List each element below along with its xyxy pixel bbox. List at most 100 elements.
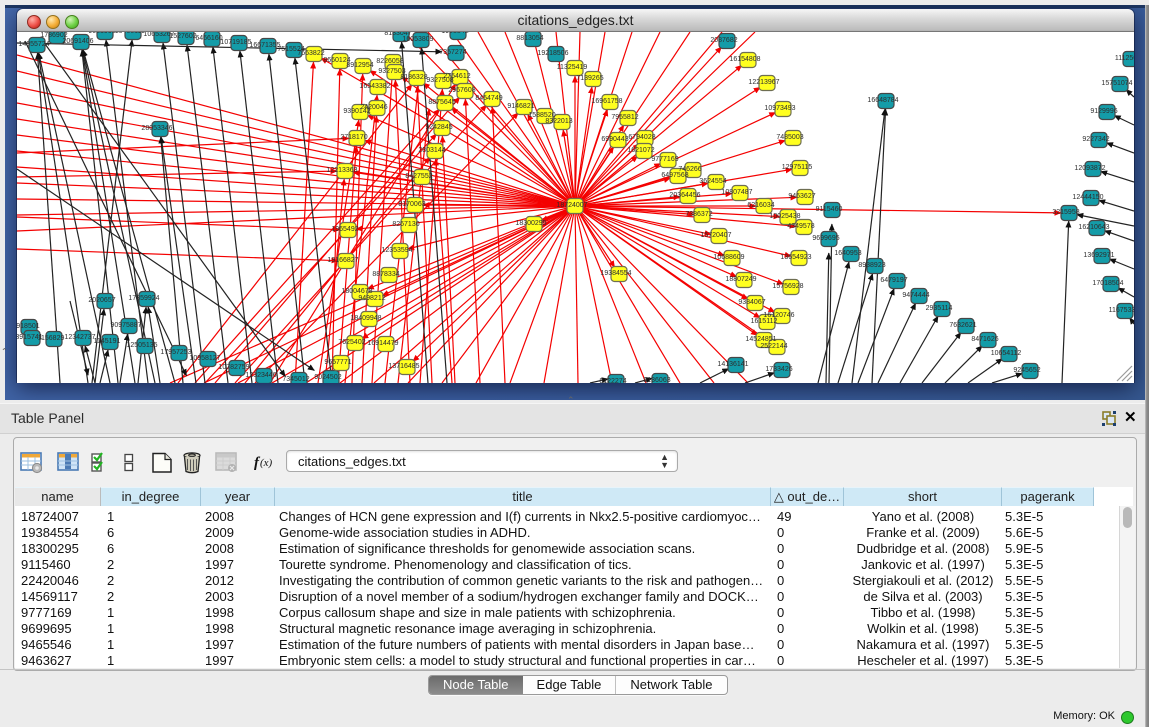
svg-text:2718170: 2718170 (340, 134, 367, 141)
svg-text:7345012: 7345012 (282, 376, 309, 383)
svg-text:7386372: 7386372 (685, 211, 712, 218)
svg-text:9777169: 9777169 (651, 156, 678, 163)
svg-text:13654923: 13654923 (780, 254, 811, 261)
svg-text:17957253: 17957253 (160, 349, 191, 356)
svg-text:9129996: 9129996 (1090, 108, 1117, 115)
svg-text:8875645: 8875645 (428, 99, 455, 106)
svg-text:18724007: 18724007 (556, 202, 587, 209)
svg-text:9474444: 9474444 (902, 292, 929, 299)
svg-text:1112503: 1112503 (1115, 55, 1134, 62)
svg-text:12213967: 12213967 (748, 79, 779, 86)
svg-text:10973493: 10973493 (764, 105, 795, 112)
svg-text:12444150: 12444150 (1072, 194, 1103, 201)
svg-text:14136141: 14136141 (717, 361, 748, 368)
svg-text:12353594: 12353594 (381, 247, 412, 254)
svg-text:8186328: 8186328 (400, 74, 427, 81)
svg-text:9463627: 9463627 (788, 193, 815, 200)
svg-text:9657771: 9657771 (324, 359, 351, 366)
svg-text:10466119: 10466119 (115, 32, 146, 35)
svg-text:1527602: 1527602 (169, 33, 196, 40)
svg-text:19166827: 19166827 (327, 257, 358, 264)
svg-text:12342737: 12342737 (64, 334, 95, 341)
svg-text:18409948: 18409948 (350, 315, 381, 322)
svg-text:16154808: 16154808 (729, 56, 760, 63)
svg-text:9115460: 9115460 (816, 206, 843, 213)
svg-text:7485003: 7485003 (776, 134, 803, 141)
svg-text:6216034: 6216034 (747, 202, 774, 209)
svg-text:6479197: 6479197 (880, 277, 907, 284)
svg-text:17018504: 17018504 (1092, 280, 1123, 287)
svg-text:8226058: 8226058 (376, 58, 403, 65)
svg-text:18004678: 18004678 (341, 288, 372, 295)
svg-text:12093872: 12093872 (1074, 165, 1105, 172)
svg-text:7632621: 7632621 (949, 322, 976, 329)
svg-text:8170063: 8170063 (398, 201, 425, 208)
svg-text:12505135: 12505135 (126, 342, 157, 349)
svg-text:3215958: 3215958 (1052, 209, 1079, 216)
svg-text:15720407: 15720407 (700, 232, 731, 239)
svg-text:9227342: 9227342 (1082, 136, 1109, 143)
svg-text:8122274: 8122274 (599, 378, 626, 383)
svg-text:13716485: 13716485 (388, 363, 419, 370)
svg-text:8912954: 8912954 (346, 62, 373, 69)
svg-text:16648784: 16648784 (867, 97, 898, 104)
svg-text:1621072: 1621072 (627, 147, 654, 154)
svg-text:8267130: 8267130 (392, 221, 419, 228)
svg-text:2935114: 2935114 (926, 305, 953, 312)
svg-text:16210643: 16210643 (1078, 224, 1109, 231)
svg-text:1167533: 1167533 (1109, 307, 1134, 314)
svg-text:2754612: 2754612 (443, 73, 470, 80)
svg-text:9031998: 9031998 (88, 32, 115, 35)
svg-text:14055724: 14055724 (18, 41, 49, 48)
svg-text:9024502: 9024502 (314, 374, 341, 381)
svg-text:16543382: 16543382 (359, 83, 390, 90)
svg-text:7625402: 7625402 (338, 339, 365, 346)
svg-text:2803144: 2803144 (418, 147, 445, 154)
svg-text:8471626: 8471626 (971, 336, 998, 343)
svg-text:12213363: 12213363 (326, 167, 357, 174)
svg-text:18807249: 18807249 (725, 276, 756, 283)
svg-text:8878334: 8878334 (372, 271, 399, 278)
svg-text:2967608: 2967608 (448, 87, 475, 94)
svg-text:8813054: 8813054 (516, 35, 543, 42)
svg-text:9245652: 9245652 (1013, 367, 1040, 374)
svg-text:10782759: 10782759 (218, 364, 249, 371)
svg-text:6497568: 6497568 (661, 172, 688, 179)
svg-text:9390142: 9390142 (343, 108, 370, 115)
svg-text:8918501: 8918501 (17, 323, 40, 330)
svg-text:9699695: 9699695 (812, 235, 839, 242)
svg-text:17359924: 17359924 (128, 295, 159, 302)
svg-text:2020657: 2020657 (88, 297, 115, 304)
svg-text:2087682: 2087682 (710, 37, 737, 44)
svg-text:14524851: 14524851 (745, 336, 776, 343)
svg-text:10958127: 10958127 (189, 355, 220, 362)
svg-text:10719185: 10719185 (220, 39, 251, 46)
svg-text:3624554: 3624554 (699, 178, 726, 185)
svg-text:6466160: 6466160 (195, 35, 222, 42)
svg-text:11325419: 11325419 (557, 64, 588, 71)
svg-text:9242845: 9242845 (425, 124, 452, 131)
svg-text:6794028: 6794028 (628, 134, 655, 141)
svg-text:8427552: 8427552 (405, 173, 432, 180)
svg-text:20691406: 20691406 (62, 38, 93, 45)
svg-text:7663822: 7663822 (297, 50, 324, 57)
svg-text:6990443: 6990443 (601, 136, 628, 143)
svg-text:7357274: 7357274 (439, 49, 466, 56)
svg-text:9498212: 9498212 (358, 295, 385, 302)
svg-text:4349578: 4349578 (787, 223, 814, 230)
svg-text:13692971: 13692971 (1083, 252, 1114, 259)
svg-text:9136063: 9136063 (643, 377, 670, 383)
svg-text:15751074: 15751074 (1101, 80, 1132, 87)
svg-text:9384067: 9384067 (738, 299, 765, 306)
svg-text:16671355: 16671355 (249, 42, 280, 49)
svg-text:10688609: 10688609 (713, 254, 744, 261)
svg-text:15756928: 15756928 (772, 283, 803, 290)
svg-text:19384554: 19384554 (600, 270, 631, 277)
svg-text:7955812: 7955812 (611, 114, 638, 121)
svg-text:(x): (x) (260, 457, 273, 469)
svg-text:1145191: 1145191 (94, 338, 121, 345)
svg-text:16914479: 16914479 (367, 340, 398, 347)
svg-text:20364456: 20364456 (669, 192, 700, 199)
svg-text:12323446: 12323446 (245, 372, 276, 379)
svg-text:7139265: 7139265 (576, 75, 603, 82)
